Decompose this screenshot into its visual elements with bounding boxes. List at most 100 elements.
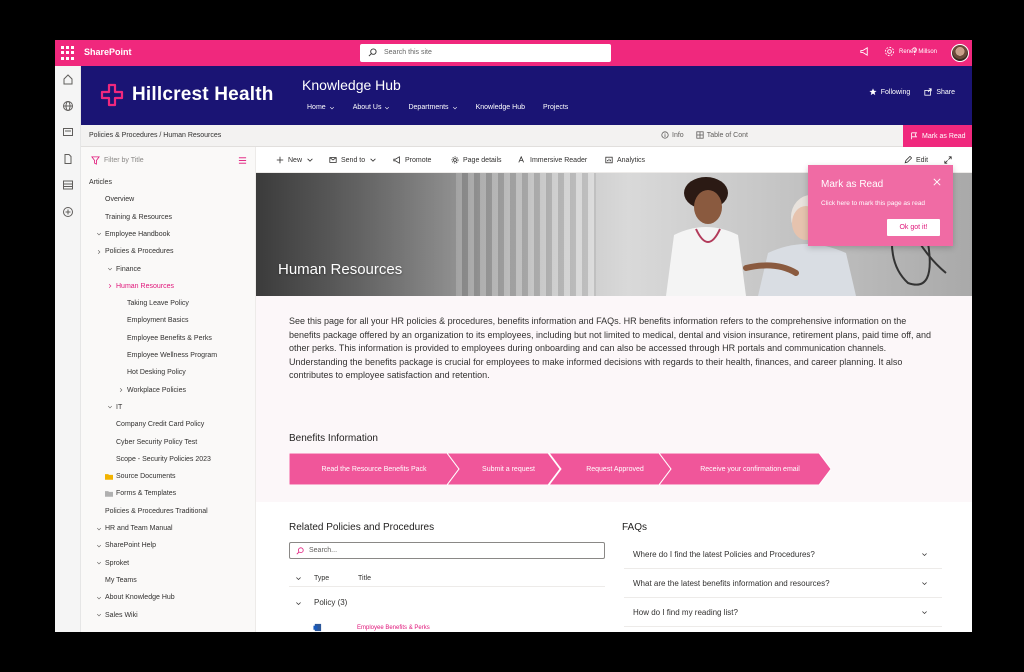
info-button[interactable]: Info [661,131,684,139]
nav-tree-item[interactable]: IT [107,404,122,411]
nav-tree-item[interactable]: Employment Basics [127,317,188,324]
column-title[interactable]: Title [358,575,371,582]
chevron-right-icon[interactable] [96,249,102,255]
nav-tree-item[interactable]: Employee Wellness Program [127,352,217,359]
megaphone-icon[interactable] [859,46,870,57]
new-button[interactable]: New [276,156,314,164]
nav-tree-item[interactable]: Company Credit Card Policy [116,421,204,428]
breadcrumb[interactable]: Policies & Procedures / Human Resources [89,132,221,139]
filter-by-title-input[interactable]: Filter by Title [89,153,249,169]
nav-tree-item[interactable]: Policies & Procedures Traditional [105,508,208,515]
nav-tree-item[interactable]: Finance [107,266,141,273]
home-icon[interactable] [62,73,74,85]
chevron-down-icon[interactable] [96,231,102,237]
nav-tree-item[interactable]: Articles [89,179,112,186]
nav-tree-item[interactable]: Sales Wiki [96,612,138,619]
nav-tree-item[interactable]: Policies & Procedures [96,248,173,255]
chevron-down-icon[interactable] [96,560,102,566]
related-search-input[interactable]: Search... [289,542,605,559]
chevron-down-icon[interactable] [96,526,102,532]
mark-as-read-button[interactable]: Mark as Read [903,125,972,147]
expand-button[interactable] [944,156,952,164]
chevron-down-icon[interactable] [96,612,102,618]
nav-item-departments[interactable]: Departments [408,104,457,111]
app-name[interactable]: SharePoint [84,47,132,57]
benefits-step-4[interactable]: Receive your confirmation email [659,453,831,485]
nav-tree-item[interactable]: Taking Leave Policy [127,300,189,307]
site-logo-text[interactable]: Hillcrest Health [132,84,274,106]
share-button[interactable]: Share [924,88,955,96]
pencil-icon [904,156,912,164]
nav-tree-item[interactable]: HR and Team Manual [96,525,173,532]
chevron-down-icon[interactable] [107,266,113,272]
chevron-down-icon[interactable] [329,105,335,111]
list-options-icon[interactable] [238,156,247,165]
nav-tree-item[interactable]: Source Documents [105,473,176,480]
benefits-step-2[interactable]: Submit a request [447,453,560,485]
chevron-right-icon[interactable] [107,283,113,289]
nav-tree-item[interactable]: Scope - Security Policies 2023 [116,456,211,463]
page-details-button[interactable]: Page details [451,156,502,164]
globe-icon[interactable] [62,100,74,112]
faq-question: How do I find my reading list? [633,608,738,617]
chevron-down-icon[interactable] [96,595,102,601]
immersive-reader-button[interactable]: Immersive Reader [518,156,587,164]
nav-item-home[interactable]: Home [307,104,335,111]
send-to-button[interactable]: Send to [329,156,377,164]
nav-tree-item[interactable]: Sproket [96,560,129,567]
nav-item-projects[interactable]: Projects [543,104,568,111]
faq-item[interactable]: What are the latest benefits information… [624,569,942,598]
chevron-down-icon[interactable] [96,543,102,549]
close-icon[interactable] [933,178,941,186]
related-item-link[interactable]: Employee Benefits & Perks [357,625,430,631]
hub-title[interactable]: Knowledge Hub [302,77,401,93]
suite-bar: SharePoint Search this site Renee Millso… [55,40,972,66]
waffle-icon[interactable] [61,46,75,60]
files-icon[interactable] [62,153,74,165]
nav-tree-item[interactable]: Employee Benefits & Perks [127,335,212,342]
following-button[interactable]: Following [869,88,910,96]
hillcrest-logo-icon[interactable] [100,83,124,107]
column-type[interactable]: Type [314,575,329,582]
nav-tree-item[interactable]: Overview [105,196,134,203]
add-icon[interactable] [62,206,74,218]
promote-button[interactable]: Promote [393,156,431,164]
nav-tree-item[interactable]: Training & Resources [105,214,172,221]
header-actions: Following Share [869,88,955,96]
avatar[interactable] [951,44,969,62]
nav-tree-item[interactable]: Workplace Policies [118,387,186,394]
nav-tree-item[interactable]: Hot Desking Policy [127,369,186,376]
nav-item-about-us[interactable]: About Us [353,104,391,111]
nav-tree-item[interactable]: Cyber Security Policy Test [116,439,197,446]
nav-tree-item[interactable]: Forms & Templates [105,490,176,497]
benefits-step-1[interactable]: Read the Resource Benefits Pack [289,453,459,485]
nav-item-label: Home [307,104,326,111]
nav-tree-item[interactable]: About Knowledge Hub [96,594,175,601]
chevron-down-icon[interactable] [384,105,390,111]
chevron-down-icon [296,602,301,606]
nav-tree-item[interactable]: SharePoint Help [96,542,156,549]
site-search-input[interactable]: Search this site [360,44,611,62]
benefits-step-3[interactable]: Request Approved [549,453,671,485]
chevron-down-icon[interactable] [295,575,302,582]
chevron-right-icon[interactable] [118,387,124,393]
chevron-down-icon[interactable] [107,404,113,410]
faq-item[interactable]: Where do I find the latest Policies and … [624,540,942,569]
chevron-down-icon[interactable] [452,105,458,111]
edit-button[interactable]: Edit [904,156,928,164]
search-placeholder: Search this site [384,49,432,56]
faq-item[interactable]: How do I find my reading list? [624,598,942,627]
nav-tree-item[interactable]: Human Resources [107,283,174,290]
news-icon[interactable] [62,126,74,138]
nav-tree-item[interactable]: Employee Handbook [96,231,170,238]
analytics-button[interactable]: Analytics [605,156,645,164]
page-title: Human Resources [278,261,403,278]
gear-icon[interactable] [884,46,895,57]
ok-got-it-button[interactable]: Ok got it! [887,219,940,236]
user-name[interactable]: Renee Millson [899,49,937,55]
nav-item-knowledge-hub[interactable]: Knowledge Hub [476,104,525,111]
nav-tree-item[interactable]: My Teams [105,577,137,584]
nav-item-label: Departments [408,104,449,111]
lists-icon[interactable] [62,179,74,191]
table-of-contents-button[interactable]: Table of Cont [696,131,748,139]
